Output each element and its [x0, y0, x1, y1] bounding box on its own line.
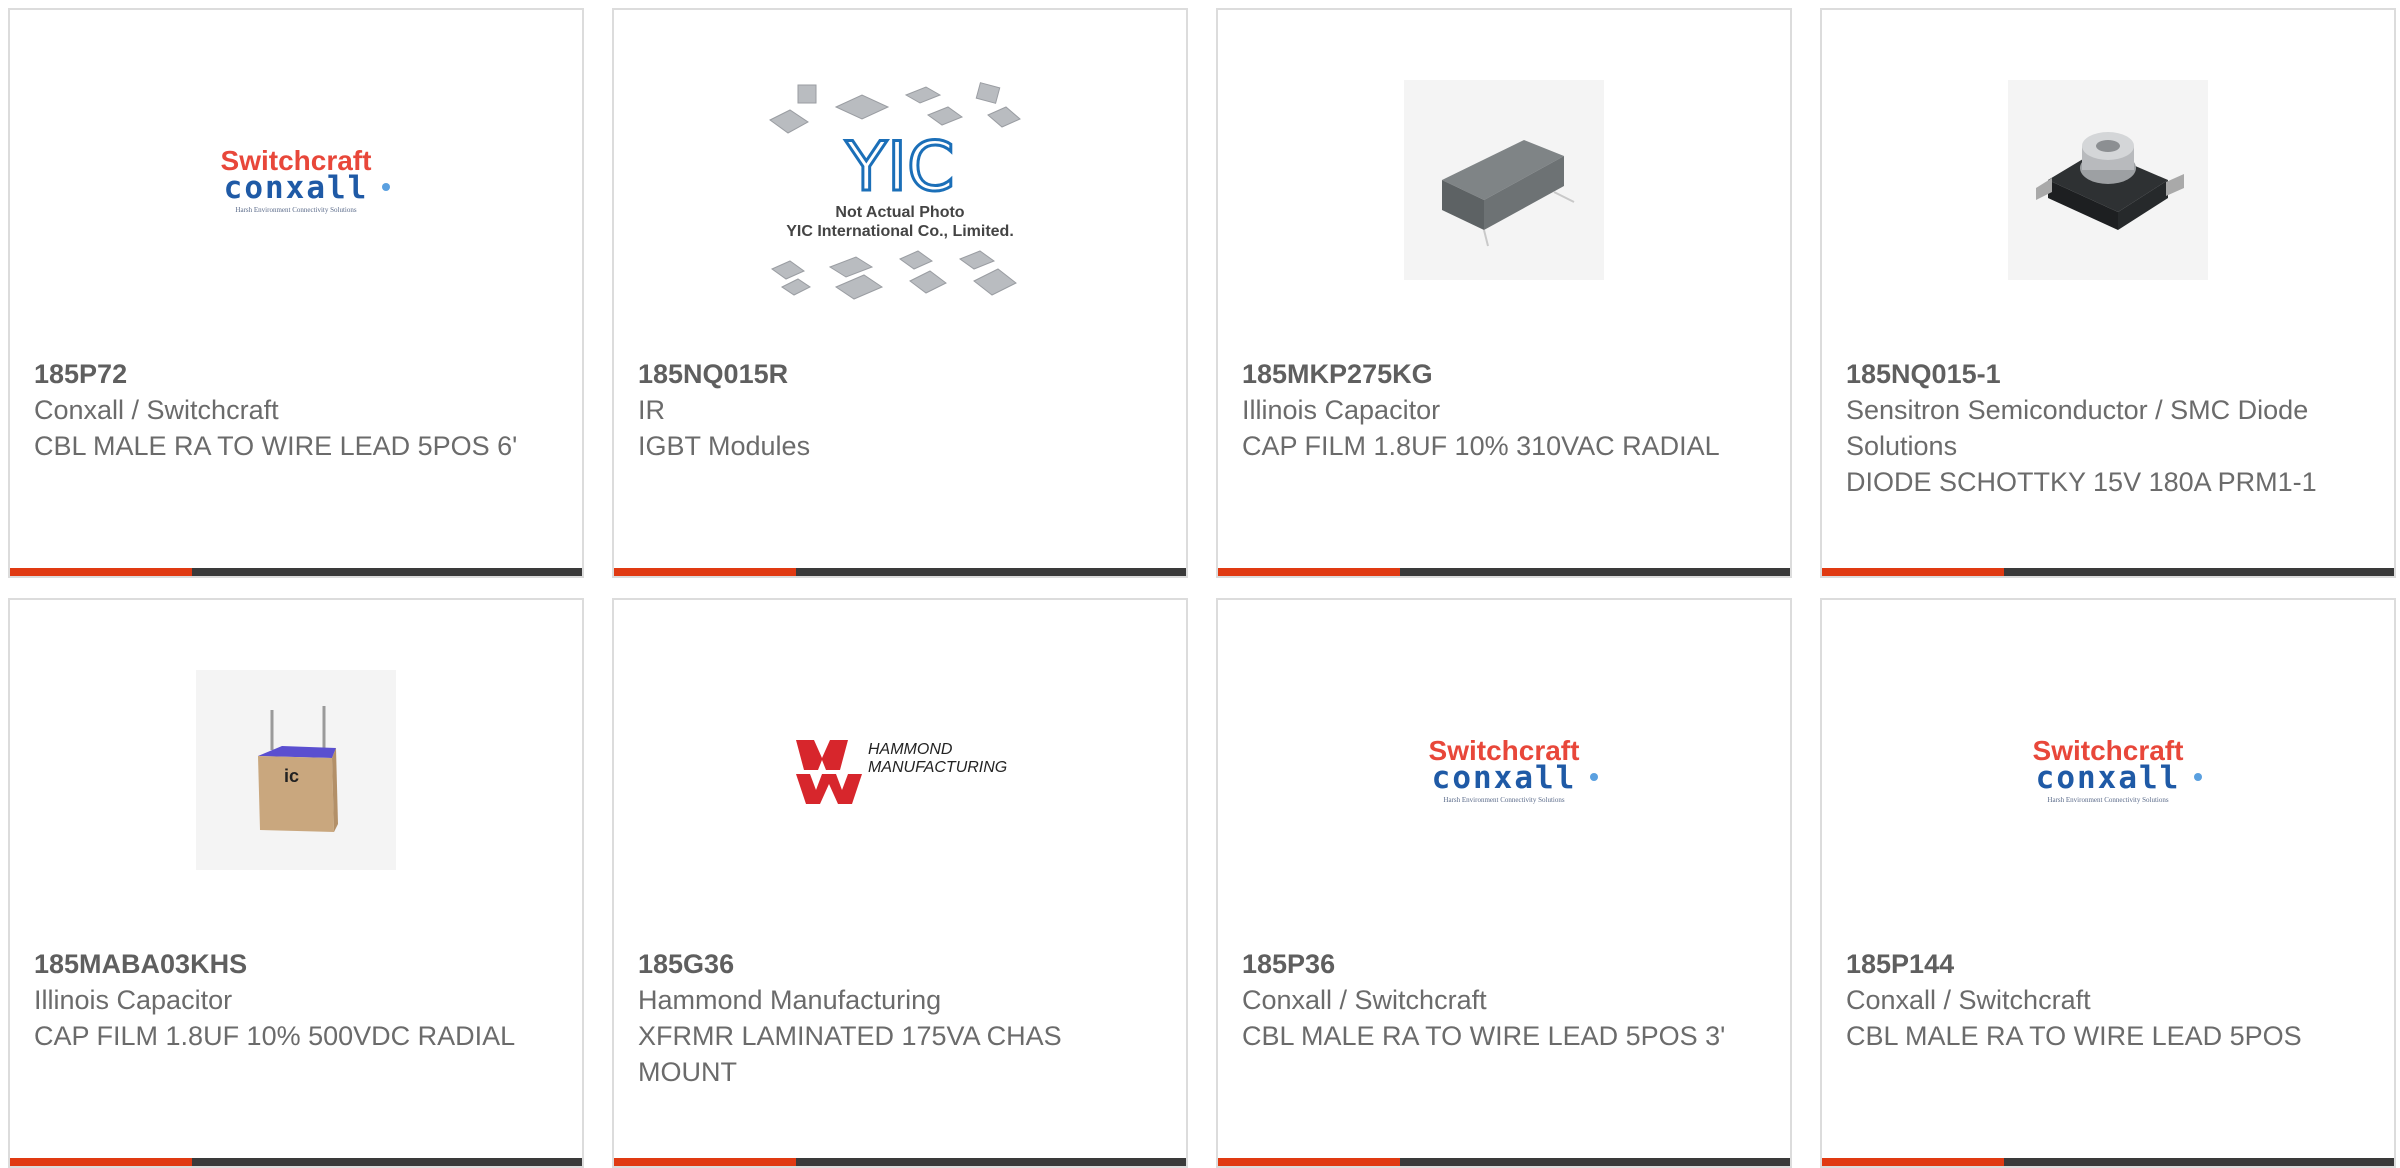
- product-card[interactable]: 185MKP275KG Illinois Capacitor CAP FILM …: [1216, 8, 1792, 578]
- card-bottom-bar: [1218, 568, 1790, 576]
- product-card[interactable]: YIC Not Actual Photo YIC International C…: [612, 8, 1188, 578]
- card-bottom-bar: [10, 568, 582, 576]
- product-image[interactable]: [1822, 10, 2394, 350]
- card-bottom-bar: [614, 1158, 1186, 1166]
- product-image[interactable]: Switchcraft conxall Harsh Environment Co…: [10, 10, 582, 350]
- part-number[interactable]: 185P36: [1242, 946, 1766, 982]
- switchcraft-conxall-logo: Switchcraft conxall Harsh Environment Co…: [1429, 735, 1598, 804]
- product-card[interactable]: HAMMOND MANUFACTURING 185G36 Hammond Man…: [612, 598, 1188, 1168]
- part-number[interactable]: 185MABA03KHS: [34, 946, 558, 982]
- svg-text:conxall: conxall: [224, 170, 369, 206]
- manufacturer: Illinois Capacitor: [1242, 395, 1441, 425]
- manufacturer: Hammond Manufacturing: [638, 985, 942, 1015]
- switchcraft-conxall-logo: Switchcraft conxall Harsh Environment Co…: [221, 145, 390, 214]
- svg-text:conxall: conxall: [2036, 760, 2181, 796]
- svg-text:ic: ic: [284, 766, 299, 786]
- product-info: 185MKP275KG Illinois Capacitor CAP FILM …: [1242, 356, 1766, 464]
- card-bottom-bar: [1822, 1158, 2394, 1166]
- manufacturer: Conxall / Switchcraft: [1242, 985, 1487, 1015]
- manufacturer: IR: [638, 395, 665, 425]
- film-capacitor-image: [1404, 80, 1604, 280]
- not-actual-photo-placeholder: YIC Not Actual Photo YIC International C…: [769, 82, 1021, 300]
- manufacturer: Conxall / Switchcraft: [1846, 985, 2091, 1015]
- hammond-logo: HAMMOND MANUFACTURING: [796, 740, 1007, 804]
- description: CBL MALE RA TO WIRE LEAD 5POS 3': [1242, 1021, 1726, 1051]
- product-info: 185P72 Conxall / Switchcraft CBL MALE RA…: [34, 356, 558, 464]
- svg-text:conxall: conxall: [1432, 760, 1577, 796]
- product-image[interactable]: YIC Not Actual Photo YIC International C…: [614, 10, 1186, 350]
- box-capacitor-image: ic: [196, 670, 396, 870]
- svg-text:YIC: YIC: [844, 128, 954, 207]
- part-number[interactable]: 185MKP275KG: [1242, 356, 1766, 392]
- manufacturer: Illinois Capacitor: [34, 985, 233, 1015]
- product-card[interactable]: Switchcraft conxall Harsh Environment Co…: [1820, 598, 2396, 1168]
- description: IGBT Modules: [638, 431, 811, 461]
- manufacturer: Conxall / Switchcraft: [34, 395, 279, 425]
- card-bottom-bar: [1822, 568, 2394, 576]
- description: CAP FILM 1.8UF 10% 500VDC RADIAL: [34, 1021, 516, 1051]
- description: XFRMR LAMINATED 175VA CHAS MOUNT: [638, 1021, 1062, 1087]
- svg-text:MANUFACTURING: MANUFACTURING: [868, 759, 1007, 776]
- svg-text:Harsh Environment Connectivity: Harsh Environment Connectivity Solutions: [235, 206, 356, 214]
- product-card[interactable]: 185NQ015-1 Sensitron Semiconductor / SMC…: [1820, 8, 2396, 578]
- product-info: 185NQ015R IR IGBT Modules: [638, 356, 1162, 464]
- product-card[interactable]: Switchcraft conxall Harsh Environment Co…: [8, 8, 584, 578]
- switchcraft-conxall-logo: Switchcraft conxall Harsh Environment Co…: [2033, 735, 2202, 804]
- manufacturer: Sensitron Semiconductor / SMC Diode Solu…: [1846, 395, 2309, 461]
- product-info: 185P144 Conxall / Switchcraft CBL MALE R…: [1846, 946, 2370, 1054]
- description: CBL MALE RA TO WIRE LEAD 5POS 6': [34, 431, 518, 461]
- card-bottom-bar: [1218, 1158, 1790, 1166]
- card-bottom-bar: [10, 1158, 582, 1166]
- diode-module-image: [2008, 80, 2208, 280]
- description: CAP FILM 1.8UF 10% 310VAC RADIAL: [1242, 431, 1720, 461]
- product-card[interactable]: Switchcraft conxall Harsh Environment Co…: [1216, 598, 1792, 1168]
- product-info: 185MABA03KHS Illinois Capacitor CAP FILM…: [34, 946, 558, 1054]
- svg-text:Harsh Environment Connectivity: Harsh Environment Connectivity Solutions: [1443, 796, 1564, 804]
- svg-text:Harsh Environment Connectivity: Harsh Environment Connectivity Solutions: [2047, 796, 2168, 804]
- product-image[interactable]: Switchcraft conxall Harsh Environment Co…: [1822, 600, 2394, 940]
- part-number[interactable]: 185NQ015R: [638, 356, 1162, 392]
- product-info: 185P36 Conxall / Switchcraft CBL MALE RA…: [1242, 946, 1766, 1054]
- svg-text:HAMMOND: HAMMOND: [868, 741, 953, 758]
- product-card[interactable]: ic 185MABA03KHS Illinois Capacitor CAP F…: [8, 598, 584, 1168]
- product-info: 185G36 Hammond Manufacturing XFRMR LAMIN…: [638, 946, 1162, 1090]
- description: DIODE SCHOTTKY 15V 180A PRM1-1: [1846, 467, 2317, 497]
- part-number[interactable]: 185P144: [1846, 946, 2370, 982]
- product-image[interactable]: HAMMOND MANUFACTURING: [614, 600, 1186, 940]
- part-number[interactable]: 185G36: [638, 946, 1162, 982]
- part-number[interactable]: 185P72: [34, 356, 558, 392]
- product-image[interactable]: [1218, 10, 1790, 350]
- part-number[interactable]: 185NQ015-1: [1846, 356, 2370, 392]
- product-info: 185NQ015-1 Sensitron Semiconductor / SMC…: [1846, 356, 2370, 500]
- svg-text:YIC International Co., Limited: YIC International Co., Limited.: [786, 223, 1014, 240]
- product-image[interactable]: ic: [10, 600, 582, 940]
- description: CBL MALE RA TO WIRE LEAD 5POS: [1846, 1021, 2302, 1051]
- svg-text:Not Actual Photo: Not Actual Photo: [835, 204, 964, 221]
- product-image[interactable]: Switchcraft conxall Harsh Environment Co…: [1218, 600, 1790, 940]
- product-grid: Switchcraft conxall Harsh Environment Co…: [0, 0, 2400, 1168]
- card-bottom-bar: [614, 568, 1186, 576]
